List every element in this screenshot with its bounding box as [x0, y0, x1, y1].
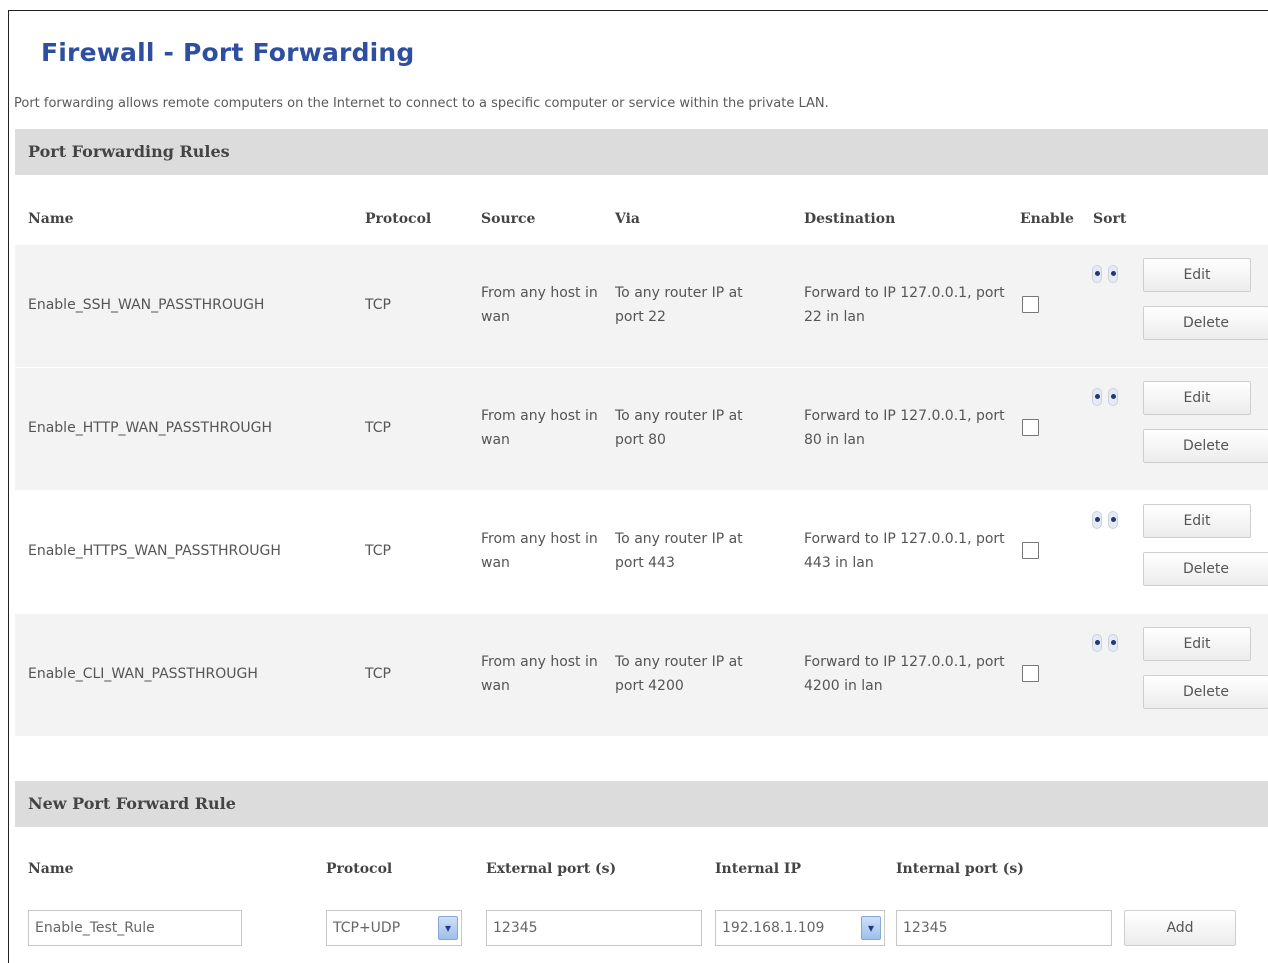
rule-via: To any router IP at port 4200 [615, 654, 743, 694]
chevron-down-icon[interactable]: ▾ [861, 916, 881, 940]
rule-name: Enable_CLI_WAN_PASSTHROUGH [28, 666, 258, 682]
col-enable: Enable [1020, 211, 1074, 227]
edit-button[interactable]: Edit [1143, 627, 1251, 661]
edit-button[interactable]: Edit [1143, 381, 1251, 415]
rule-via: To any router IP at port 443 [615, 531, 743, 571]
page-title: Firewall - Port Forwarding [41, 38, 415, 67]
enable-checkbox[interactable] [1022, 665, 1039, 682]
sort-down-icon[interactable] [1108, 511, 1118, 529]
col-name: Name [28, 211, 74, 227]
sort-down-icon[interactable] [1108, 265, 1118, 283]
page-description: Port forwarding allows remote computers … [14, 96, 829, 111]
protocol-select[interactable]: TCP+UDP ▾ [326, 910, 462, 946]
internal-port-input[interactable]: 12345 [896, 910, 1112, 946]
rule-destination: Forward to IP 127.0.0.1, port 4200 in la… [804, 654, 1005, 694]
rule-via: To any router IP at port 22 [615, 285, 743, 325]
rule-name: Enable_HTTP_WAN_PASSTHROUGH [28, 420, 272, 436]
edit-button[interactable]: Edit [1143, 258, 1251, 292]
enable-checkbox[interactable] [1022, 542, 1039, 559]
chevron-down-icon[interactable]: ▾ [438, 916, 458, 940]
page-frame: Firewall - Port Forwarding Port forwardi… [8, 10, 1268, 963]
delete-button[interactable]: Delete [1143, 429, 1268, 463]
table-row: Enable_HTTPS_WAN_PASSTHROUGH TCP From an… [15, 491, 1268, 613]
col-external-port: External port (s) [486, 861, 617, 877]
rule-protocol: TCP [365, 666, 391, 682]
external-port-input[interactable]: 12345 [486, 910, 702, 946]
rules-section-header: Port Forwarding Rules [15, 129, 1268, 175]
enable-checkbox[interactable] [1022, 419, 1039, 436]
sort-up-icon[interactable] [1092, 511, 1102, 529]
rule-name: Enable_SSH_WAN_PASSTHROUGH [28, 297, 265, 313]
name-input[interactable]: Enable_Test_Rule [28, 910, 242, 946]
rule-destination: Forward to IP 127.0.0.1, port 80 in lan [804, 408, 1005, 448]
col-source: Source [481, 211, 536, 227]
col-internal-ip: Internal IP [715, 861, 801, 877]
col-protocol: Protocol [365, 211, 432, 227]
rule-source: From any host in wan [481, 408, 598, 448]
rule-name: Enable_HTTPS_WAN_PASSTHROUGH [28, 543, 281, 559]
internal-ip-select-value: 192.168.1.109 [722, 920, 825, 936]
rule-source: From any host in wan [481, 531, 598, 571]
edit-button[interactable]: Edit [1143, 504, 1251, 538]
rule-via: To any router IP at port 80 [615, 408, 743, 448]
delete-button[interactable]: Delete [1143, 675, 1268, 709]
col-via: Via [615, 211, 641, 227]
sort-up-icon[interactable] [1092, 388, 1102, 406]
rule-source: From any host in wan [481, 285, 598, 325]
sort-up-icon[interactable] [1092, 265, 1102, 283]
col-protocol: Protocol [326, 861, 393, 877]
sort-down-icon[interactable] [1108, 388, 1118, 406]
table-row: Enable_SSH_WAN_PASSTHROUGH TCP From any … [15, 245, 1268, 367]
table-row: Enable_HTTP_WAN_PASSTHROUGH TCP From any… [15, 368, 1268, 490]
protocol-select-value: TCP+UDP [333, 920, 401, 936]
rule-protocol: TCP [365, 420, 391, 436]
enable-checkbox[interactable] [1022, 296, 1039, 313]
rule-destination: Forward to IP 127.0.0.1, port 22 in lan [804, 285, 1005, 325]
rule-protocol: TCP [365, 543, 391, 559]
new-rule-section-header: New Port Forward Rule [15, 781, 1268, 827]
rule-destination: Forward to IP 127.0.0.1, port 443 in lan [804, 531, 1005, 571]
delete-button[interactable]: Delete [1143, 552, 1268, 586]
col-destination: Destination [804, 211, 896, 227]
add-button[interactable]: Add [1124, 910, 1236, 946]
col-internal-port: Internal port (s) [896, 861, 1024, 877]
delete-button[interactable]: Delete [1143, 306, 1268, 340]
rule-source: From any host in wan [481, 654, 598, 694]
col-name: Name [28, 861, 74, 877]
col-sort: Sort [1093, 211, 1127, 227]
sort-up-icon[interactable] [1092, 634, 1102, 652]
internal-ip-select[interactable]: 192.168.1.109 ▾ [715, 910, 885, 946]
sort-down-icon[interactable] [1108, 634, 1118, 652]
table-row: Enable_CLI_WAN_PASSTHROUGH TCP From any … [15, 614, 1268, 736]
rule-protocol: TCP [365, 297, 391, 313]
